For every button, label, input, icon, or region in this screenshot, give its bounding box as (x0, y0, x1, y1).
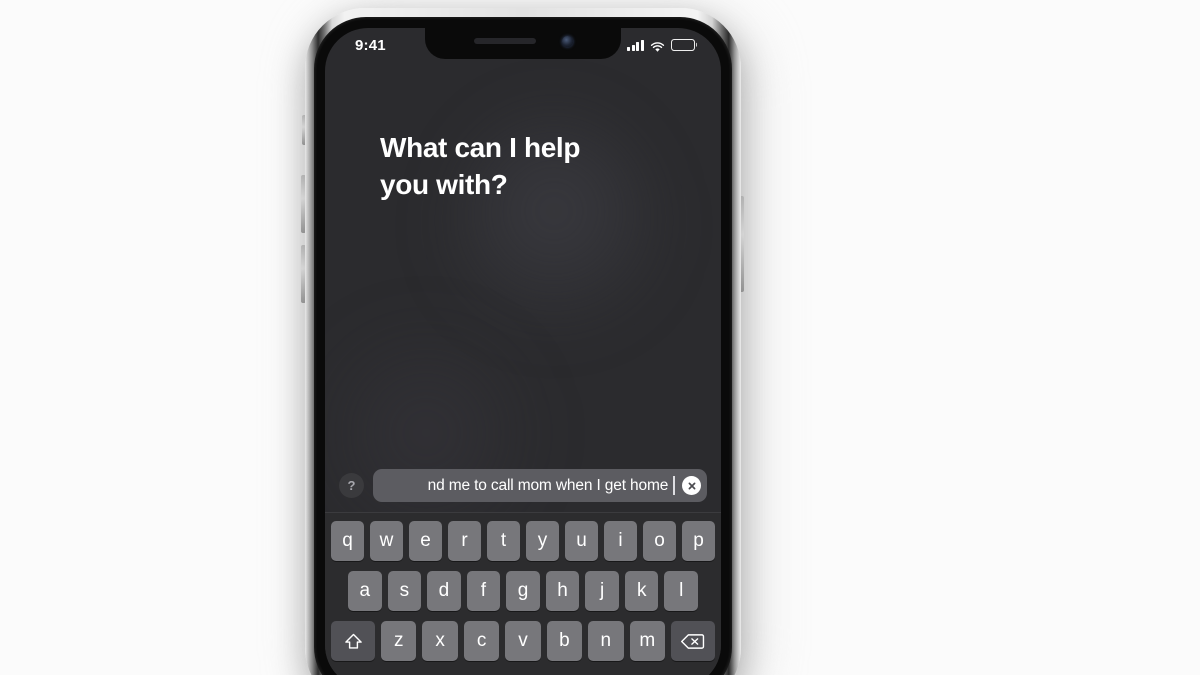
key-u[interactable]: u (565, 521, 598, 561)
shift-key[interactable] (331, 621, 376, 661)
key-i[interactable]: i (604, 521, 637, 561)
screenshot-stage: 9:41 What can I help you with? ? nd me t… (0, 0, 1200, 675)
key-g[interactable]: g (506, 571, 540, 611)
key-x[interactable]: x (422, 621, 458, 661)
phone-screen: 9:41 What can I help you with? ? nd me t… (325, 28, 721, 675)
key-t[interactable]: t (487, 521, 520, 561)
siri-input-row: ? nd me to call mom when I get home (325, 469, 721, 502)
key-k[interactable]: k (624, 571, 659, 611)
siri-prompt-line-2: you with? (380, 168, 508, 200)
key-a[interactable]: a (347, 571, 382, 611)
status-bar: 9:41 (325, 28, 721, 60)
key-s[interactable]: s (387, 571, 422, 611)
status-bar-time: 9:41 (355, 36, 386, 54)
key-c[interactable]: c (463, 621, 500, 661)
text-cursor (673, 476, 675, 495)
key-d[interactable]: d (427, 571, 461, 611)
on-screen-keyboard[interactable]: q w e r t y u i o p a s d f g h j k l z … (325, 512, 721, 675)
siri-text-input-value: nd me to call mom when I get home (427, 476, 669, 494)
key-v[interactable]: v (505, 621, 541, 661)
help-button[interactable]: ? (339, 473, 364, 498)
backspace-key[interactable] (670, 621, 715, 661)
device-bezel: 9:41 What can I help you with? ? nd me t… (314, 17, 732, 675)
wifi-icon (650, 40, 665, 52)
key-f[interactable]: f (466, 571, 501, 611)
battery-icon (671, 39, 695, 51)
key-y[interactable]: y (526, 521, 559, 561)
siri-prompt: What can I help you with? (380, 130, 660, 204)
key-h[interactable]: h (545, 571, 580, 611)
key-q[interactable]: q (331, 521, 364, 561)
key-r[interactable]: r (448, 521, 481, 561)
key-m[interactable]: m (629, 621, 665, 661)
keyboard-row-2: a s d f g h j k l (328, 571, 718, 611)
status-bar-indicators (627, 39, 695, 52)
key-p[interactable]: p (682, 521, 715, 561)
key-e[interactable]: e (409, 521, 442, 561)
key-l[interactable]: l (664, 571, 699, 611)
key-n[interactable]: n (588, 621, 624, 661)
keyboard-row-1: q w e r t y u i o p (328, 521, 718, 561)
key-z[interactable]: z (381, 621, 417, 661)
key-j[interactable]: j (585, 571, 619, 611)
key-o[interactable]: o (643, 521, 676, 561)
siri-prompt-line-1: What can I help (380, 132, 581, 163)
clear-text-button[interactable] (682, 476, 701, 495)
signal-bars-icon (627, 39, 644, 51)
key-b[interactable]: b (546, 621, 583, 661)
iphone-device-frame: 9:41 What can I help you with? ? nd me t… (305, 8, 741, 675)
key-w[interactable]: w (370, 521, 403, 561)
keyboard-row-3: z x c v b n m (328, 621, 718, 661)
siri-text-input[interactable]: nd me to call mom when I get home (373, 469, 707, 502)
